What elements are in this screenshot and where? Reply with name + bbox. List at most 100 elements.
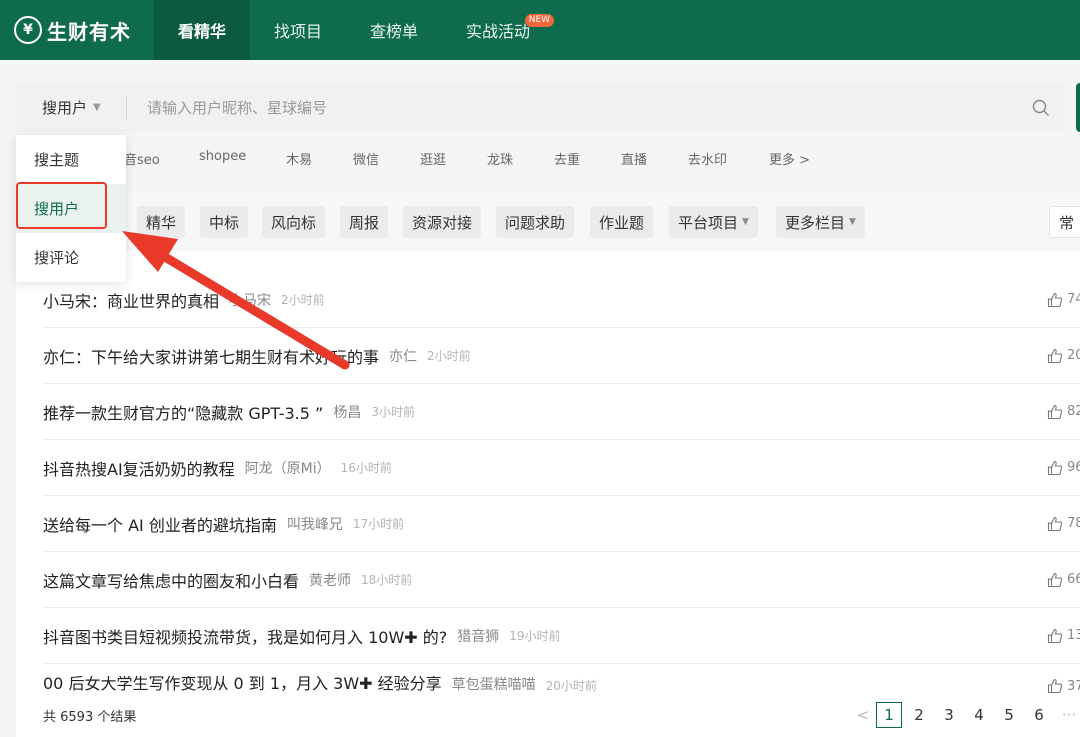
row-title[interactable]: 这篇文章写给焦虑中的圈友和小白看 — [43, 568, 299, 592]
nav-item-rankings[interactable]: 查榜单 — [346, 0, 442, 60]
nav-item-featured[interactable]: 看精华 — [154, 0, 251, 60]
row-title[interactable]: 送给每一个 AI 创业者的避坑指南 — [43, 512, 277, 536]
hot-tag[interactable]: 直播 — [621, 149, 647, 168]
row-title[interactable]: 抖音热搜AI复活奶奶的教程 — [43, 456, 235, 480]
caret-down-icon: ▼ — [742, 217, 749, 227]
row-time: 2小时前 — [281, 293, 325, 307]
dropdown-item-topics[interactable]: 搜主题 — [16, 135, 126, 184]
hot-tag[interactable]: 龙珠 — [487, 149, 513, 168]
row-author[interactable]: 猎音狮 — [457, 626, 499, 646]
result-row[interactable]: 这篇文章写给焦虑中的圈友和小白看 黄老师 18小时前 66 — [43, 552, 1080, 608]
filter-weekly[interactable]: 周报 — [340, 206, 389, 238]
results-footer: 共 6593 个结果 < 1 2 3 4 5 6 ··· — [16, 693, 1080, 737]
row-author[interactable]: 杨昌 — [333, 402, 361, 422]
row-author[interactable]: 叫我峰兄 — [287, 514, 343, 534]
row-time: 2小时前 — [427, 349, 471, 363]
filter-common[interactable]: 常 — [1049, 206, 1080, 238]
result-row[interactable]: 抖音热搜AI复活奶奶的教程 阿龙（原Mi） 16小时前 96 — [43, 440, 1080, 496]
more-pages-ellipsis[interactable]: ··· — [1054, 706, 1080, 724]
row-title[interactable]: 推荐一款生财官方的“隐藏款 GPT-3.5 ” — [43, 400, 323, 424]
thumbs-up-icon — [1047, 348, 1063, 363]
page-button[interactable]: 5 — [994, 706, 1024, 724]
results-card: 精华 中标 风向标 周报 资源对接 问题求助 作业题 平台项目 ▼ 更多栏目 ▼ 常… — [16, 193, 1080, 737]
row-author[interactable]: 黄老师 — [309, 570, 351, 590]
dropdown-item-comments[interactable]: 搜评论 — [16, 233, 126, 282]
like-count[interactable]: 96 — [1047, 460, 1080, 476]
filter-platform-projects[interactable]: 平台项目 ▼ — [669, 206, 758, 238]
filter-winning[interactable]: 中标 — [200, 206, 249, 238]
logo-mark-icon: ¥ — [14, 16, 42, 44]
pagination: < 1 2 3 4 5 6 ··· — [852, 693, 1080, 737]
search-bar: 搜用户 ▼ — [16, 83, 1065, 132]
search-type-select[interactable]: 搜用户 ▼ — [16, 97, 126, 118]
like-count[interactable]: 82 — [1047, 404, 1080, 420]
row-time: 3小时前 — [371, 405, 415, 419]
hot-tag[interactable]: 逛逛 — [420, 149, 446, 168]
result-row[interactable]: 推荐一款生财官方的“隐藏款 GPT-3.5 ” 杨昌 3小时前 82 — [43, 384, 1080, 440]
nav-item-activities[interactable]: 实战活动 NEW — [442, 0, 555, 60]
thumbs-up-icon — [1047, 404, 1063, 419]
row-title[interactable]: 00 后女大学生写作变现从 0 到 1，月入 3W✚ 经验分享 — [43, 676, 442, 694]
more-tags-link[interactable]: 更多 > — [769, 149, 810, 168]
thumbs-up-icon — [1047, 678, 1063, 694]
thumbs-up-icon — [1047, 516, 1063, 531]
page-button[interactable]: 3 — [934, 706, 964, 724]
thumbs-up-icon — [1047, 460, 1063, 475]
prev-page-button[interactable]: < — [852, 706, 874, 724]
hot-tag[interactable]: 木易 — [286, 149, 312, 168]
caret-down-icon: ▼ — [93, 102, 101, 113]
row-author[interactable]: 草包蛋糕喵喵 — [452, 676, 536, 694]
result-row[interactable]: 小马宋：商业世界的真相 小马宋 2小时前 74 — [43, 272, 1080, 328]
result-total: 共 6593 个结果 — [43, 709, 137, 725]
row-time: 17小时前 — [352, 517, 405, 531]
thumbs-up-icon — [1047, 292, 1063, 307]
like-count[interactable]: 66 — [1047, 572, 1080, 588]
thumbs-up-icon — [1047, 628, 1063, 643]
page-button[interactable]: 6 — [1024, 706, 1054, 724]
hot-tag[interactable]: 音seo — [124, 149, 160, 168]
row-time: 20小时前 — [545, 679, 597, 693]
row-title[interactable]: 亦仁：下午给大家讲讲第七期生财有术好玩的事 — [43, 344, 379, 368]
result-row[interactable]: 抖音图书类目短视频投流带货，我是如何月入 10W✚ 的? 猎音狮 19小时前 1… — [43, 608, 1080, 664]
row-author[interactable]: 阿龙（原Mi） — [245, 458, 331, 478]
top-nav-bar: ¥ 生财有术 看精华 找项目 查榜单 实战活动 NEW — [0, 0, 1080, 60]
like-count[interactable]: 74 — [1047, 292, 1080, 308]
filter-resources[interactable]: 资源对接 — [403, 206, 482, 238]
row-title[interactable]: 抖音图书类目短视频投流带货，我是如何月入 10W✚ 的? — [43, 624, 447, 648]
nav-item-projects[interactable]: 找项目 — [250, 0, 346, 60]
row-author[interactable]: 小马宋 — [229, 290, 271, 310]
row-title[interactable]: 小马宋：商业世界的真相 — [43, 288, 219, 312]
annotation-highlight-box — [16, 182, 107, 229]
search-icon[interactable] — [1021, 99, 1061, 117]
row-time: 18小时前 — [361, 573, 413, 587]
page-button[interactable]: 4 — [964, 706, 994, 724]
filter-featured[interactable]: 精华 — [137, 206, 186, 238]
like-count[interactable]: 78 — [1047, 516, 1080, 532]
new-badge: NEW — [524, 14, 555, 27]
filter-homework[interactable]: 作业题 — [590, 206, 654, 238]
search-button[interactable] — [1076, 83, 1080, 132]
page-button[interactable]: 2 — [904, 706, 934, 724]
logo-text: 生财有术 — [47, 19, 131, 44]
filter-trend[interactable]: 风向标 — [262, 206, 326, 238]
logo[interactable]: ¥ 生财有术 — [14, 16, 154, 45]
like-count[interactable]: 37 — [1047, 678, 1080, 694]
hot-tag[interactable]: shopee — [199, 149, 246, 164]
filter-questions[interactable]: 问题求助 — [496, 206, 575, 238]
hot-tag[interactable]: 去重 — [554, 149, 580, 168]
hot-tag[interactable]: 去水印 — [688, 149, 727, 168]
search-input[interactable] — [127, 98, 1021, 117]
page-button-current[interactable]: 1 — [876, 702, 902, 728]
row-time: 16小时前 — [340, 461, 392, 475]
filter-more-columns[interactable]: 更多栏目 ▼ — [776, 206, 865, 238]
result-row[interactable]: 00 后女大学生写作变现从 0 到 1，月入 3W✚ 经验分享 草包蛋糕喵喵 2… — [43, 676, 1080, 694]
hot-tag[interactable]: 微信 — [353, 149, 379, 168]
filter-bar: 精华 中标 风向标 周报 资源对接 问题求助 作业题 平台项目 ▼ 更多栏目 ▼ 常 — [16, 193, 1080, 251]
result-row[interactable]: 送给每一个 AI 创业者的避坑指南 叫我峰兄 17小时前 78 — [43, 496, 1080, 552]
result-row[interactable]: 亦仁：下午给大家讲讲第七期生财有术好玩的事 亦仁 2小时前 20 — [43, 328, 1080, 384]
row-time: 19小时前 — [509, 629, 561, 643]
nav-item-activities-label: 实战活动 — [466, 22, 531, 41]
like-count[interactable]: 13 — [1047, 628, 1080, 644]
row-author[interactable]: 亦仁 — [389, 346, 417, 366]
like-count[interactable]: 20 — [1047, 348, 1080, 364]
